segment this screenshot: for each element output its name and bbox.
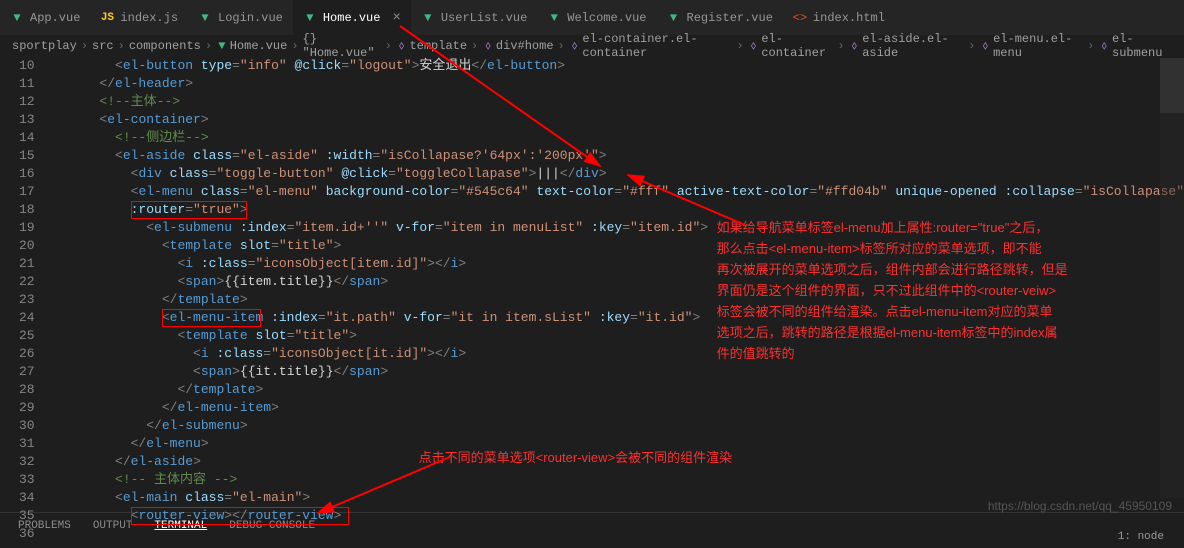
tag-icon: ⬨ (396, 39, 408, 53)
annotation-router-view: 点击不同的菜单选项<router-view>会被不同的组件渲染 (419, 447, 732, 468)
tab-index-js[interactable]: JSindex.js (90, 0, 188, 35)
line-gutter: 1011121314151617181920212223242526272829… (0, 57, 53, 512)
html-icon: <> (793, 11, 807, 25)
tab-index-html[interactable]: <>index.html (783, 0, 895, 35)
minimap[interactable] (1160, 58, 1184, 498)
minimap-scrubber[interactable] (1160, 58, 1184, 113)
tabs-bar: ▼App.vue JSindex.js ▼Login.vue ▼Home.vue… (0, 0, 1184, 35)
vue-icon: ▼ (421, 11, 435, 25)
tag-icon: ⬨ (1098, 39, 1110, 53)
close-icon[interactable]: × (392, 10, 400, 26)
tab-login-vue[interactable]: ▼Login.vue (188, 0, 293, 35)
tab-register-vue[interactable]: ▼Register.vue (657, 0, 783, 35)
vue-icon: ▼ (10, 11, 24, 25)
annotation-router: 如果给导航菜单标签el-menu加上属性:router="true"之后， 那么… (717, 217, 1157, 364)
vue-icon: ▼ (216, 39, 228, 53)
tab-app-vue[interactable]: ▼App.vue (0, 0, 90, 35)
tag-icon: ⬨ (482, 39, 494, 53)
js-icon: JS (100, 11, 114, 25)
tab-welcome-vue[interactable]: ▼Welcome.vue (537, 0, 656, 35)
code-content[interactable]: <el-button type="info" @click="logout">安… (53, 57, 1184, 512)
code-editor[interactable]: 1011121314151617181920212223242526272829… (0, 57, 1184, 512)
vue-icon: ▼ (198, 11, 212, 25)
tag-icon: ⬨ (979, 39, 991, 53)
terminal-selector[interactable]: 1: node (1118, 531, 1164, 543)
vue-icon: ▼ (303, 11, 317, 25)
tag-icon: ⬨ (748, 39, 760, 53)
tab-home-vue[interactable]: ▼Home.vue× (293, 0, 411, 35)
breadcrumb: sportplay› src› components› ▼Home.vue› {… (0, 35, 1184, 57)
tab-userlist-vue[interactable]: ▼UserList.vue (411, 0, 537, 35)
watermark: https://blog.csdn.net/qq_45950109 (988, 499, 1172, 513)
vue-icon: ▼ (667, 11, 681, 25)
vue-icon: ▼ (547, 11, 561, 25)
tag-icon: ⬨ (849, 39, 861, 53)
tag-icon: ⬨ (569, 39, 581, 53)
